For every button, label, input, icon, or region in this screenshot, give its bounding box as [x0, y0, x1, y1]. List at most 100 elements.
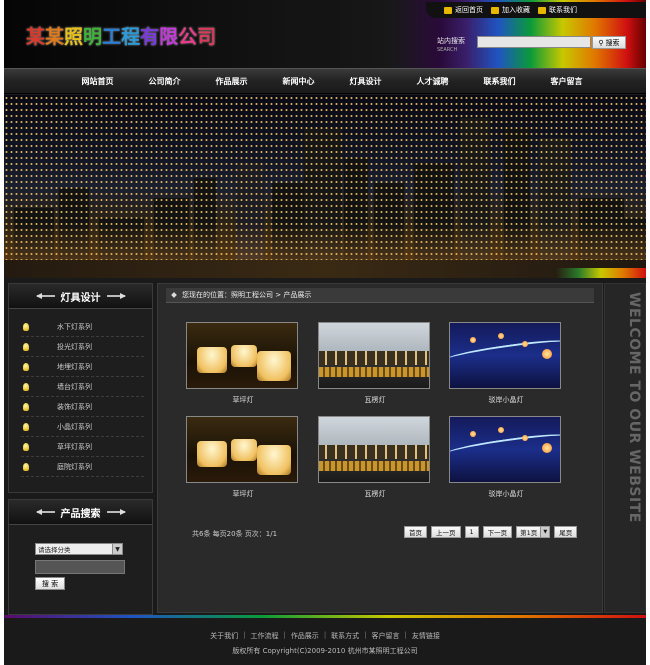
product-title[interactable]: 驳岸小晶灯: [449, 489, 563, 499]
product-search-title-bar: 产品搜索: [9, 500, 152, 525]
product-card[interactable]: 驳岸小晶灯: [449, 322, 563, 405]
footer-link-about[interactable]: 关于我们: [210, 631, 238, 641]
nav-item-design[interactable]: 灯具设计: [332, 76, 399, 87]
company-logo[interactable]: 某某照明工程有限公司: [26, 22, 216, 49]
prev-page-button[interactable]: 上一页: [431, 526, 461, 538]
category-select[interactable]: 请选择分类 ▼: [35, 543, 123, 555]
logo-char: 工: [102, 26, 122, 48]
breadcrumb: 您现在的位置：照明工程公司 > 产品展示: [166, 288, 594, 303]
nav-item-jobs[interactable]: 人才诚聘: [399, 76, 466, 87]
category-label: 草坪灯系列: [57, 442, 92, 451]
product-title[interactable]: 草坪灯: [186, 395, 300, 405]
nav-item-news[interactable]: 新闻中心: [265, 76, 332, 87]
bulb-icon: [23, 382, 29, 391]
contact-link[interactable]: 联系我们: [538, 5, 577, 15]
bulb-icon: [23, 442, 29, 451]
mail-icon: [538, 6, 546, 14]
site-search-button[interactable]: ⚲ 搜索: [592, 36, 626, 49]
product-image[interactable]: [318, 416, 430, 483]
logo-char: 某: [26, 26, 46, 48]
breadcrumb-text: 您现在的位置：照明工程公司 > 产品展示: [182, 291, 312, 299]
chevron-down-icon: ▼: [540, 527, 550, 537]
search-icon: ⚲: [598, 38, 604, 47]
home-icon: [444, 6, 452, 14]
nav-item-about[interactable]: 公司简介: [131, 76, 198, 87]
product-card[interactable]: 瓦楞灯: [318, 322, 432, 405]
category-item[interactable]: 小晶灯系列: [21, 417, 144, 437]
product-search-box: 产品搜索 请选择分类 ▼ 搜 索: [8, 499, 153, 615]
category-item[interactable]: 草坪灯系列: [21, 437, 144, 457]
category-item[interactable]: 墙台灯系列: [21, 377, 144, 397]
page: 某某照明工程有限公司 返回首页 加入收藏 联系我们 站内搜索 SEARCH ⚲ …: [4, 0, 646, 665]
product-card[interactable]: 草坪灯: [186, 322, 300, 405]
header: 某某照明工程有限公司 返回首页 加入收藏 联系我们 站内搜索 SEARCH ⚲ …: [4, 0, 646, 68]
ornament-left-icon: [35, 509, 55, 515]
nav-item-home[interactable]: 网站首页: [64, 76, 131, 87]
category-item[interactable]: 水下灯系列: [21, 317, 144, 337]
site-search-label-en: SEARCH: [437, 47, 458, 53]
category-item[interactable]: 地埋灯系列: [21, 357, 144, 377]
category-box-title: 灯具设计: [9, 284, 152, 309]
site-search-input[interactable]: [477, 36, 591, 48]
category-label: 投光灯系列: [57, 342, 92, 351]
category-item[interactable]: 装饰灯系列: [21, 397, 144, 417]
category-box: 灯具设计 水下灯系列 投光灯系列 地埋灯系列 墙台灯系列 装饰灯系列 小晶灯系列…: [8, 283, 153, 493]
product-title[interactable]: 瓦楞灯: [318, 395, 432, 405]
product-card[interactable]: 驳岸小晶灯: [449, 416, 563, 499]
category-item[interactable]: 投光灯系列: [21, 337, 144, 357]
footer-link-contact[interactable]: 联系方式: [331, 631, 359, 641]
product-search-button[interactable]: 搜 索: [35, 577, 65, 590]
product-image[interactable]: [318, 322, 430, 389]
category-title: 灯具设计: [60, 292, 101, 304]
product-title[interactable]: 驳岸小晶灯: [449, 395, 563, 405]
keyword-input[interactable]: [35, 560, 125, 574]
product-card[interactable]: 瓦楞灯: [318, 416, 432, 499]
favorite-icon: [491, 6, 499, 14]
product-image[interactable]: [186, 322, 298, 389]
bulb-icon: [23, 462, 29, 471]
welcome-column: WELCOME TO OUR WEBSITE: [604, 283, 646, 613]
category-select-value: 请选择分类: [38, 546, 71, 554]
home-link[interactable]: 返回首页: [444, 5, 483, 15]
site-search-label: 站内搜索 SEARCH: [437, 37, 465, 55]
category-item[interactable]: 庭院灯系列: [21, 457, 144, 477]
copyright: 版权所有 Copyright(C)2009-2010 杭州市某照明工程公司: [232, 647, 418, 655]
current-page-number[interactable]: 1: [464, 526, 479, 538]
logo-char: 公: [178, 26, 198, 48]
product-image[interactable]: [449, 416, 561, 483]
ornament-right-icon: [106, 509, 126, 515]
category-label: 水下灯系列: [57, 322, 92, 331]
bulb-icon: [23, 342, 29, 351]
product-panel: 您现在的位置：照明工程公司 > 产品展示 草坪灯 瓦楞灯 驳岸小晶灯 草坪灯 瓦…: [157, 283, 603, 613]
first-page-button[interactable]: 首页: [404, 526, 427, 538]
nav-item-works[interactable]: 作品展示: [198, 76, 265, 87]
pagination: 首页 上一页 1 下一页 第1页 ▼ 尾页: [404, 526, 578, 538]
favorite-link[interactable]: 加入收藏: [491, 5, 530, 15]
top-links: 返回首页 加入收藏 联系我们: [426, 2, 646, 18]
next-page-button[interactable]: 下一页: [482, 526, 513, 538]
last-page-button[interactable]: 尾页: [554, 526, 578, 538]
site-search-label-cn: 站内搜索: [437, 37, 465, 45]
nav-item-guestbook[interactable]: 客户留言: [533, 76, 600, 87]
footer-link-works[interactable]: 作品展示: [291, 631, 319, 641]
category-label: 庭院灯系列: [57, 462, 92, 471]
category-label: 小晶灯系列: [57, 422, 92, 431]
city-night-banner: [4, 95, 646, 278]
footer-link-friends[interactable]: 友情链接: [412, 631, 440, 641]
logo-char: 明: [83, 26, 103, 48]
product-title[interactable]: 瓦楞灯: [318, 489, 432, 499]
diamond-icon: [171, 292, 177, 298]
ornament-right-icon: [106, 293, 126, 299]
footer-link-guestbook[interactable]: 客户留言: [372, 631, 400, 641]
product-card[interactable]: 草坪灯: [186, 416, 300, 499]
product-image[interactable]: [186, 416, 298, 483]
product-image[interactable]: [449, 322, 561, 389]
product-title[interactable]: 草坪灯: [186, 489, 300, 499]
logo-char: 程: [121, 26, 141, 48]
category-label: 墙台灯系列: [57, 382, 92, 391]
page-select[interactable]: 第1页 ▼: [516, 526, 551, 538]
logo-char: 照: [64, 26, 84, 48]
footer-link-process[interactable]: 工作流程: [250, 631, 278, 641]
footer-links: 关于我们 | 工作流程 | 作品展示 | 联系方式 | 客户留言 | 友情链接: [210, 631, 440, 641]
nav-item-contact[interactable]: 联系我们: [466, 76, 533, 87]
